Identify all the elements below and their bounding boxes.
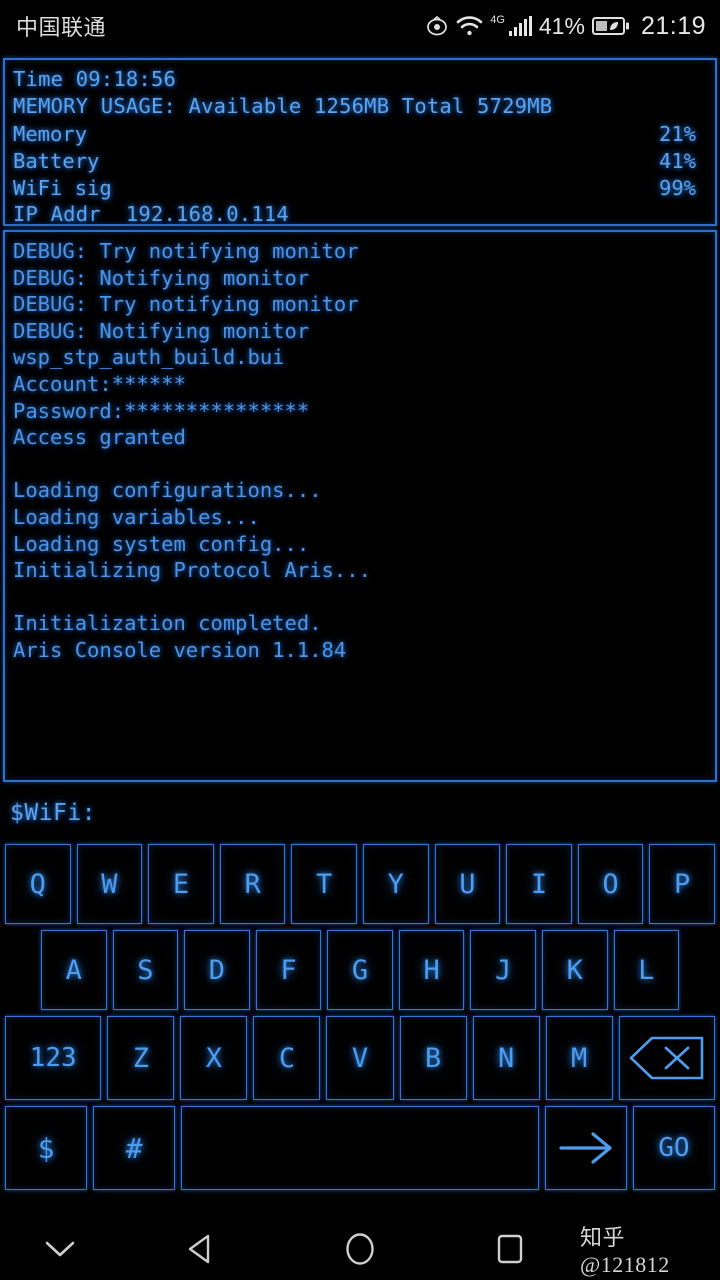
key-u[interactable]: U [434,844,501,924]
memory-gauge-label: Memory [13,121,112,146]
key-w[interactable]: W [76,844,143,924]
wifi-gauge-value: 99% [659,175,697,200]
system-info-panel: Time 09:18:56 MEMORY USAGE: Available 12… [3,58,717,226]
key-go[interactable]: GO [632,1106,715,1190]
battery-gauge-value: 41% [659,148,697,173]
battery-gauge-row: Battery 41% [13,147,707,174]
status-bar: 中国联通 4G 41% 21:19 [0,0,720,52]
key-h[interactable]: H [398,930,465,1010]
key-r[interactable]: R [219,844,286,924]
keyboard-row-4: $ # GO [2,1106,718,1190]
key-b[interactable]: B [399,1016,467,1100]
watermark-label: 知乎 @121812 [580,1225,670,1277]
wifi-gauge-row: WiFi sig 99% [13,174,707,201]
key-o[interactable]: O [577,844,644,924]
memory-gauge-row: Memory 21% [13,120,707,147]
key-l[interactable]: L [613,930,680,1010]
keyboard-row-3: 123 Z X C V B N M [2,1016,718,1100]
home-circle-icon[interactable] [280,1231,440,1267]
console-log-line: Loading configurations... [13,478,322,503]
console-log-line: Loading system config... [13,531,310,556]
console-log-line: wsp_stp_auth_build.bui [13,345,285,370]
chevron-down-icon[interactable] [0,1238,120,1260]
console-log-line: DEBUG: Try notifying monitor [13,239,359,263]
console-log-line: Initialization completed. [13,611,322,636]
key-k[interactable]: K [541,930,608,1010]
console-log-line [13,451,707,478]
key-f[interactable]: F [255,930,322,1010]
console-log-line: Initializing Protocol Aris... [13,558,371,583]
wifi-icon [456,15,483,37]
key-n[interactable]: N [472,1016,540,1100]
key-y[interactable]: Y [362,844,429,924]
key-x[interactable]: X [180,1016,248,1100]
key-v[interactable]: V [326,1016,394,1100]
time-line: Time 09:18:56 [13,67,177,91]
console-log-line: Aris Console version 1.1.84 [13,637,347,662]
console-log-line: Loading variables... [13,504,260,529]
key-z[interactable]: Z [107,1016,175,1100]
eye-icon [425,16,449,36]
console-log-line: DEBUG: Try notifying monitor [13,292,359,317]
command-input[interactable] [96,800,720,826]
key-a[interactable]: A [41,930,107,1010]
console-log-line [13,584,707,611]
prompt-label: $WiFi: [10,800,97,826]
recents-square-icon[interactable] [440,1233,580,1265]
battery-icon [591,16,630,36]
key-space[interactable] [181,1106,539,1190]
key-c[interactable]: C [253,1016,321,1100]
console-log-line: DEBUG: Notifying monitor [13,265,310,290]
console-log-line: Access granted [13,425,186,450]
key-hash[interactable]: # [93,1106,176,1190]
battery-percent-label: 41% [538,12,585,39]
arrow-right-icon[interactable] [544,1106,627,1190]
keyboard-row-2: A S D F G H J K L [2,930,718,1010]
keyboard-row-1: Q W E R T Y U I O P [2,844,718,924]
key-d[interactable]: D [184,930,250,1010]
key-j[interactable]: J [470,930,536,1010]
memory-usage-line: MEMORY USAGE: Available 1256MB Total 572… [13,94,553,118]
key-dollar[interactable]: $ [5,1106,88,1190]
battery-gauge-label: Battery [13,148,112,173]
command-prompt-row[interactable]: $WiFi: [0,782,720,844]
key-m[interactable]: M [545,1016,613,1100]
signal-icon [508,16,532,36]
console-log-line: DEBUG: Notifying monitor [13,318,310,343]
memory-gauge-track [121,124,651,143]
key-t[interactable]: T [291,844,357,924]
key-g[interactable]: G [327,930,393,1010]
status-bar-icons: 4G 41% 21:19 [425,12,706,41]
clock-label: 21:19 [640,11,706,40]
console-output-panel[interactable]: DEBUG: Try notifying monitor DEBUG: Notif… [3,230,717,782]
android-navigation-bar: 知乎 @121812 [0,1218,720,1280]
console-log-line: Password:*************** [13,398,310,423]
key-q[interactable]: Q [5,844,71,924]
carrier-label: 中国联通 [16,15,107,40]
ip-address-line: IP Addr 192.168.0.114 [13,202,289,226]
key-p[interactable]: P [649,844,715,924]
on-screen-keyboard[interactable]: Q W E R T Y U I O P A S D F G H J K L 12… [0,844,720,1190]
key-i[interactable]: I [506,844,572,924]
console-log-list: DEBUG: Try notifying monitor DEBUG: Notif… [13,238,707,664]
key-e[interactable]: E [148,844,214,924]
network-type-label: 4G [490,14,505,26]
console-log-line: Account:****** [13,371,186,396]
key-s[interactable]: S [112,930,179,1010]
battery-gauge-track [121,151,651,170]
backspace-icon[interactable] [618,1016,715,1100]
wifi-gauge-track [121,178,651,197]
memory-gauge-value: 21% [659,121,697,146]
key-numeric-mode[interactable]: 123 [5,1016,102,1100]
wifi-gauge-label: WiFi sig [13,175,112,200]
back-triangle-icon[interactable] [120,1233,280,1265]
